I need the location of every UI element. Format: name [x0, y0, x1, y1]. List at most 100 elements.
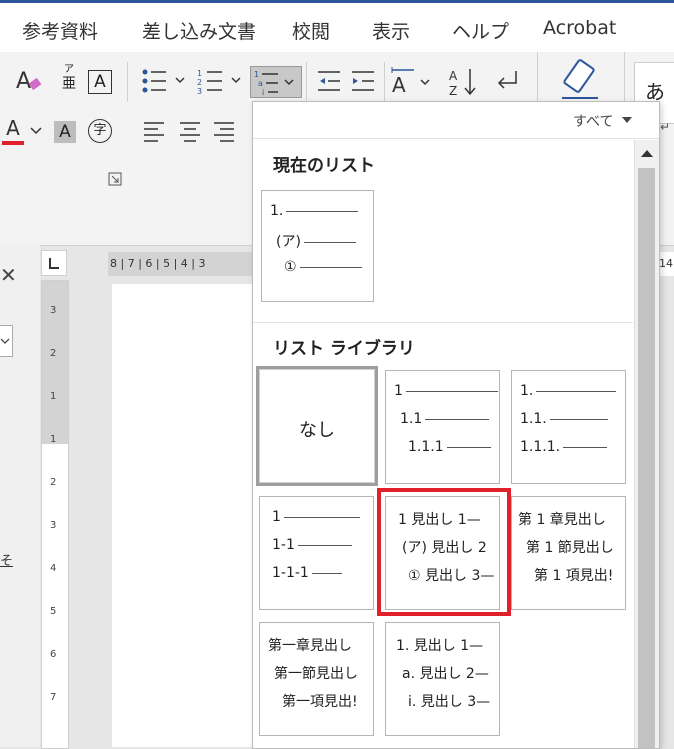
phonetic-top: ア: [64, 64, 74, 75]
pane-dropdown[interactable]: [0, 325, 13, 357]
svg-text:1: 1: [197, 69, 202, 78]
list-level-text: i. 見出し 3—: [408, 694, 491, 710]
font-color-icon[interactable]: A: [2, 116, 24, 146]
chapter-list-style-tile[interactable]: 第 1 章見出し 第 1 節見出し 第 1 項見出!: [511, 496, 626, 610]
list-level-text: 第一項見出!: [282, 694, 358, 710]
phonetic-guide-icon[interactable]: ア 亜: [56, 64, 82, 98]
current-list-marker: (ア): [276, 234, 301, 250]
numbering-icon[interactable]: 1 2 3: [196, 68, 246, 94]
divider: [253, 322, 633, 323]
list-level-text: 第一節見出し: [274, 666, 358, 682]
decrease-indent-icon[interactable]: [316, 69, 342, 93]
clear-format-icon[interactable]: A: [14, 66, 44, 96]
tab-view[interactable]: 表示: [372, 17, 410, 44]
tab-selector[interactable]: [41, 250, 67, 276]
divider: [306, 62, 307, 102]
font-color-glyph: A: [6, 116, 20, 140]
svg-text:2: 2: [197, 78, 202, 87]
dialog-launcher-icon[interactable]: [108, 172, 122, 186]
sort-icon[interactable]: A Z: [448, 66, 480, 98]
vertical-ruler[interactable]: 3 2 1 1 2 3 4 5 6 7: [41, 280, 69, 749]
ruler-numbers: 8 | 7 | 6 | 5 | 4 | 3: [110, 257, 206, 270]
current-list-heading: 現在のリスト: [273, 156, 375, 176]
close-icon[interactable]: ✕: [0, 263, 17, 287]
chevron-down-icon[interactable]: [621, 116, 633, 124]
svg-text:Z: Z: [449, 84, 457, 98]
ruler-right-segment: 14: [658, 252, 674, 276]
ruler-right-number: 14: [659, 257, 673, 270]
list-level-text: 第一章見出し: [268, 638, 352, 654]
multilevel-list-dropdown: すべて 現在のリスト 1. (ア) ① リスト ライブラリ なし 1 1.1 1…: [252, 101, 660, 749]
list-level-text: 1: [272, 509, 281, 525]
acrobat-icon[interactable]: [558, 58, 602, 102]
enclosed-char-icon[interactable]: 字: [88, 119, 112, 143]
pane-link[interactable]: そ: [0, 550, 13, 569]
tab-review[interactable]: 校閲: [292, 17, 330, 44]
current-list-line: (ア): [276, 231, 356, 251]
current-list-tile[interactable]: 1. (ア) ①: [261, 190, 374, 302]
none-label: なし: [299, 420, 335, 441]
list-library-heading: リスト ライブラリ: [273, 339, 415, 359]
increase-indent-icon[interactable]: [350, 69, 376, 93]
vertical-ruler-number: 3: [50, 305, 57, 316]
svg-text:a: a: [258, 79, 263, 88]
list-level-text: (ア) 見出し 2: [402, 540, 487, 556]
list-level-text: 1. 見出し 1—: [396, 638, 484, 654]
heading-list-style-tile[interactable]: 1 見出し 1— (ア) 見出し 2 ① 見出し 3—: [385, 496, 500, 610]
list-level-text: 1.1.1.: [520, 439, 561, 455]
tab-acrobat[interactable]: Acrobat: [543, 17, 616, 39]
align-right-icon[interactable]: [212, 120, 236, 144]
align-center-icon[interactable]: [178, 120, 202, 144]
kanji-chapter-list-style-tile[interactable]: 第一章見出し 第一節見出し 第一項見出!: [259, 622, 374, 736]
horizontal-ruler[interactable]: 8 | 7 | 6 | 5 | 4 | 3: [108, 252, 258, 276]
current-list-line: 1.: [270, 203, 359, 219]
font-color-bar: [2, 141, 24, 145]
scroll-thumb[interactable]: [638, 168, 655, 748]
list-level-text: 第 1 項見出!: [534, 568, 614, 584]
phonetic-bottom: 亜: [62, 76, 76, 92]
paragraph-mark-icon[interactable]: [494, 68, 524, 96]
dropdown-header: すべて: [253, 102, 659, 139]
list-style-tile[interactable]: 1 1.1 1.1.1: [385, 370, 500, 484]
list-level-text: 1.1: [400, 411, 423, 427]
current-list-marker: 1.: [270, 203, 284, 219]
divider: [384, 62, 385, 102]
text-direction-icon[interactable]: A: [390, 66, 432, 96]
ribbon-tab-bar: 参考資料 差し込み文書 校閲 表示 ヘルプ Acrobat: [0, 0, 674, 52]
divider: [127, 62, 128, 102]
vertical-ruler-number: 4: [50, 563, 57, 574]
bullets-icon[interactable]: [140, 68, 190, 94]
svg-text:3: 3: [197, 87, 202, 94]
vertical-ruler-number: 2: [50, 348, 57, 359]
list-level-text: 1.: [520, 383, 534, 399]
multilevel-list-icon[interactable]: 1 a i: [250, 66, 302, 98]
svg-text:A: A: [392, 73, 406, 96]
vertical-ruler-number: 5: [50, 606, 57, 617]
list-level-text: ① 見出し 3—: [408, 568, 495, 584]
char-shading-icon[interactable]: A: [54, 121, 76, 143]
document-page[interactable]: [112, 284, 262, 747]
current-list-line: ①: [284, 259, 362, 275]
tab-help[interactable]: ヘルプ: [452, 17, 509, 44]
list-style-tile[interactable]: 1. 1.1. 1.1.1.: [511, 370, 626, 484]
navigation-pane: ✕ そ: [0, 245, 40, 747]
char-border-icon[interactable]: A: [88, 70, 112, 94]
list-level-text: 第 1 節見出し: [526, 540, 614, 556]
tab-references[interactable]: 参考資料: [22, 17, 98, 44]
list-none-tile[interactable]: なし: [256, 366, 378, 486]
list-level-text: 1.1.: [520, 411, 547, 427]
list-level-text: 第 1 章見出し: [518, 512, 606, 528]
chevron-down-icon[interactable]: [30, 126, 42, 136]
scroll-up-icon[interactable]: [640, 148, 654, 158]
alpha-heading-list-style-tile[interactable]: 1. 見出し 1— a. 見出し 2— i. 見出し 3—: [385, 622, 500, 736]
current-list-marker: ①: [284, 259, 297, 275]
dropdown-scrollbar[interactable]: [634, 140, 659, 748]
svg-text:A: A: [449, 69, 458, 83]
align-left-icon[interactable]: [142, 120, 166, 144]
list-style-tile[interactable]: 1 1-1 1-1-1: [259, 496, 374, 610]
list-level-text: 1-1-1: [272, 565, 309, 581]
tab-mailings[interactable]: 差し込み文書: [142, 17, 256, 44]
vertical-ruler-number: 1: [50, 391, 57, 402]
svg-text:1: 1: [254, 70, 259, 79]
filter-dropdown[interactable]: すべて: [573, 111, 613, 131]
